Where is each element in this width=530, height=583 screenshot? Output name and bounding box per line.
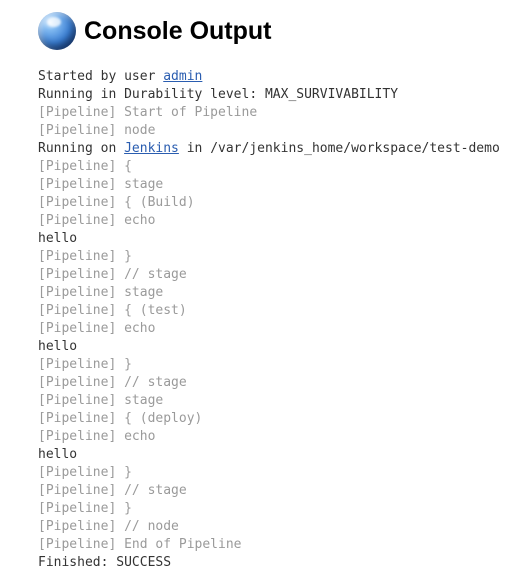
console-text: [Pipeline] { (deploy) [38,411,202,426]
console-line: hello [38,446,530,464]
console-link[interactable]: Jenkins [124,141,179,156]
console-text: Running in Durability level: MAX_SURVIVA… [38,87,398,102]
console-line: [Pipeline] } [38,356,530,374]
page-header: Console Output [38,12,530,50]
console-line: Started by user admin [38,68,530,86]
console-line: [Pipeline] // stage [38,266,530,284]
console-text: [Pipeline] stage [38,393,163,408]
console-text: [Pipeline] Start of Pipeline [38,105,257,120]
console-text: Started by user [38,69,163,84]
console-output: Started by user adminRunning in Durabili… [38,68,530,572]
console-line: [Pipeline] stage [38,284,530,302]
console-text: Finished: SUCCESS [38,555,171,570]
console-text: [Pipeline] } [38,465,132,480]
console-line: [Pipeline] // node [38,518,530,536]
console-line: [Pipeline] Start of Pipeline [38,104,530,122]
console-text: Running on [38,141,124,156]
console-text: [Pipeline] } [38,249,132,264]
console-text: [Pipeline] stage [38,177,163,192]
console-text: [Pipeline] echo [38,213,155,228]
console-text: [Pipeline] node [38,123,155,138]
console-line: [Pipeline] // stage [38,374,530,392]
console-line: [Pipeline] { (deploy) [38,410,530,428]
console-text: in /var/jenkins_home/workspace/test-demo [179,141,500,156]
console-text: [Pipeline] // stage [38,483,187,498]
console-line: [Pipeline] stage [38,176,530,194]
console-text: [Pipeline] } [38,357,132,372]
console-text: hello [38,231,77,246]
console-line: [Pipeline] End of Pipeline [38,536,530,554]
console-line: [Pipeline] { (Build) [38,194,530,212]
console-text: hello [38,339,77,354]
console-text: [Pipeline] { (test) [38,303,187,318]
console-text: [Pipeline] echo [38,321,155,336]
console-link[interactable]: admin [163,69,202,84]
console-orb-icon [38,12,76,50]
console-line: [Pipeline] } [38,464,530,482]
console-line: [Pipeline] stage [38,392,530,410]
console-text: [Pipeline] { (Build) [38,195,195,210]
console-text: [Pipeline] // stage [38,267,187,282]
console-text: [Pipeline] stage [38,285,163,300]
console-line: [Pipeline] echo [38,428,530,446]
console-line: Running on Jenkins in /var/jenkins_home/… [38,140,530,158]
console-line: [Pipeline] { (test) [38,302,530,320]
console-text: hello [38,447,77,462]
console-line: hello [38,338,530,356]
console-line: Running in Durability level: MAX_SURVIVA… [38,86,530,104]
console-text: [Pipeline] // node [38,519,179,534]
console-text: [Pipeline] } [38,501,132,516]
console-line: [Pipeline] node [38,122,530,140]
console-text: [Pipeline] End of Pipeline [38,537,242,552]
console-text: [Pipeline] echo [38,429,155,444]
console-line: [Pipeline] } [38,500,530,518]
console-line: Finished: SUCCESS [38,554,530,572]
console-text: [Pipeline] // stage [38,375,187,390]
console-line: [Pipeline] } [38,248,530,266]
console-line: [Pipeline] echo [38,212,530,230]
console-line: [Pipeline] // stage [38,482,530,500]
console-line: hello [38,230,530,248]
console-line: [Pipeline] echo [38,320,530,338]
console-text: [Pipeline] { [38,159,132,174]
page-title: Console Output [84,17,271,46]
console-line: [Pipeline] { [38,158,530,176]
